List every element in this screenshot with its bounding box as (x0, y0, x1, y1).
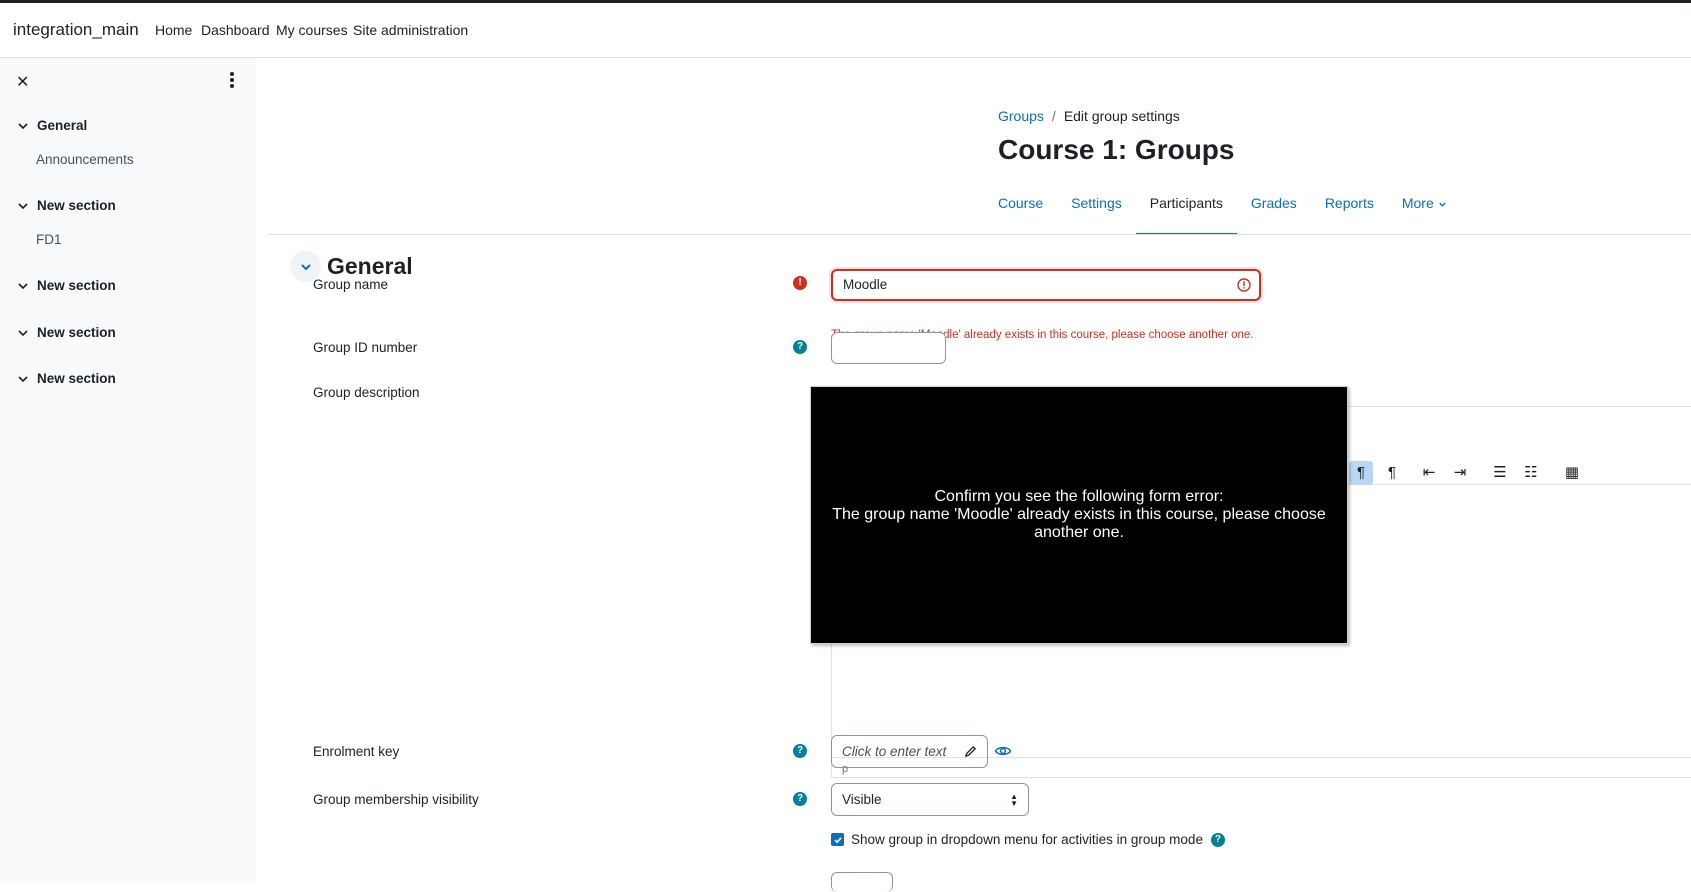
show-in-dropdown-row: Show group in dropdown menu for activiti… (831, 832, 1225, 847)
required-error-icon: ! (793, 276, 807, 290)
secondary-nav-tabs: Course Settings Participants Grades Repo… (998, 178, 1461, 235)
tab-course[interactable]: Course (998, 178, 1057, 235)
site-name[interactable]: integration_main (13, 20, 139, 40)
ltr-icon[interactable]: ¶ (1349, 461, 1373, 485)
nav-my-courses[interactable]: My courses (276, 22, 348, 38)
drawer-section-label: New section (37, 371, 116, 386)
drawer-section-label: General (37, 118, 88, 133)
drawer-item-announcements[interactable]: Announcements (36, 152, 134, 167)
close-icon[interactable]: ✕ (16, 72, 29, 92)
membership-visibility-select[interactable]: Visible ▲ ▼ (831, 783, 1029, 816)
nav-dashboard[interactable]: Dashboard (201, 22, 270, 38)
rtl-icon[interactable]: ¶ (1380, 461, 1404, 485)
membership-visibility-value: Visible (842, 792, 882, 807)
tab-more[interactable]: More (1388, 178, 1461, 235)
help-icon[interactable]: ? (793, 744, 807, 758)
help-icon[interactable]: ? (1210, 832, 1225, 847)
bullet-list-icon[interactable]: ☰ (1488, 461, 1512, 485)
chevron-down-icon (18, 329, 28, 336)
drawer-section-label: New section (37, 325, 116, 340)
tab-settings[interactable]: Settings (1057, 178, 1136, 235)
chevron-down-icon (18, 122, 28, 129)
group-name-label: Group name (313, 277, 389, 292)
enrolment-key-label: Enrolment key (313, 744, 400, 759)
top-navbar: integration_main Home Dashboard My cours… (0, 3, 1691, 58)
group-id-number-label: Group ID number (313, 340, 418, 355)
drawer-section-new-section-1[interactable]: New section (16, 198, 116, 213)
breadcrumb: Groups / Edit group settings (998, 108, 1180, 124)
numbered-list-icon[interactable]: ☷ (1519, 461, 1543, 485)
drawer-section-new-section-3[interactable]: New section (16, 325, 116, 340)
tab-participants[interactable]: Participants (1135, 178, 1237, 235)
nav-site-administration[interactable]: Site administration (353, 22, 468, 38)
breadcrumb-groups-link[interactable]: Groups (998, 108, 1044, 124)
kebab-menu-icon[interactable] (224, 72, 240, 90)
chevron-down-icon (18, 202, 28, 209)
enrolment-key-input[interactable]: Click to enter text (831, 735, 988, 768)
drawer-section-label: New section (37, 278, 116, 293)
nav-home[interactable]: Home (155, 22, 192, 38)
tab-more-label: More (1401, 195, 1434, 211)
drawer-section-new-section-4[interactable]: New section (16, 371, 116, 386)
select-arrows-icon: ▲ ▼ (1010, 792, 1018, 808)
drawer-item-fd1[interactable]: FD1 (36, 232, 62, 247)
tabs-divider (268, 234, 1691, 235)
group-name-input[interactable]: Moodle (831, 269, 1261, 301)
next-field-input[interactable] (831, 872, 893, 892)
help-icon[interactable]: ? (793, 792, 807, 806)
show-in-dropdown-checkbox[interactable] (831, 833, 844, 846)
help-icon[interactable]: ? (793, 340, 807, 354)
drawer-section-new-section-2[interactable]: New section (16, 278, 116, 293)
eye-icon[interactable] (994, 742, 1012, 760)
checkmark-icon (833, 836, 842, 843)
chevron-down-icon (18, 282, 28, 289)
tab-reports[interactable]: Reports (1311, 178, 1388, 235)
show-in-dropdown-label: Show group in dropdown menu for activiti… (851, 832, 1203, 847)
page-title: Course 1: Groups (998, 134, 1235, 165)
section-title: General (327, 253, 413, 279)
overlay-message: Confirm you see the following form error… (832, 488, 1326, 541)
outdent-icon[interactable]: ⇤ (1417, 461, 1441, 485)
indent-icon[interactable]: ⇥ (1448, 461, 1472, 485)
course-index-drawer: ✕ General Announcements New section FD1 … (0, 58, 256, 881)
table-icon[interactable]: ▦ (1560, 461, 1584, 485)
breadcrumb-separator: / (1051, 108, 1056, 124)
group-name-value: Moodle (843, 277, 888, 292)
tab-grades[interactable]: Grades (1237, 178, 1311, 235)
chevron-down-icon (1438, 202, 1446, 207)
confirmation-overlay: Confirm you see the following form error… (810, 386, 1348, 644)
drawer-section-general[interactable]: General (16, 118, 87, 133)
group-description-label: Group description (313, 385, 420, 400)
pencil-icon (964, 745, 977, 758)
group-id-number-input[interactable] (831, 332, 946, 364)
error-icon (1237, 278, 1251, 292)
chevron-down-icon (18, 375, 28, 382)
chevron-down-icon (300, 263, 311, 270)
enrolment-key-placeholder: Click to enter text (842, 744, 947, 759)
membership-visibility-label: Group membership visibility (313, 792, 479, 807)
breadcrumb-current: Edit group settings (1063, 108, 1180, 124)
drawer-section-label: New section (37, 198, 116, 213)
